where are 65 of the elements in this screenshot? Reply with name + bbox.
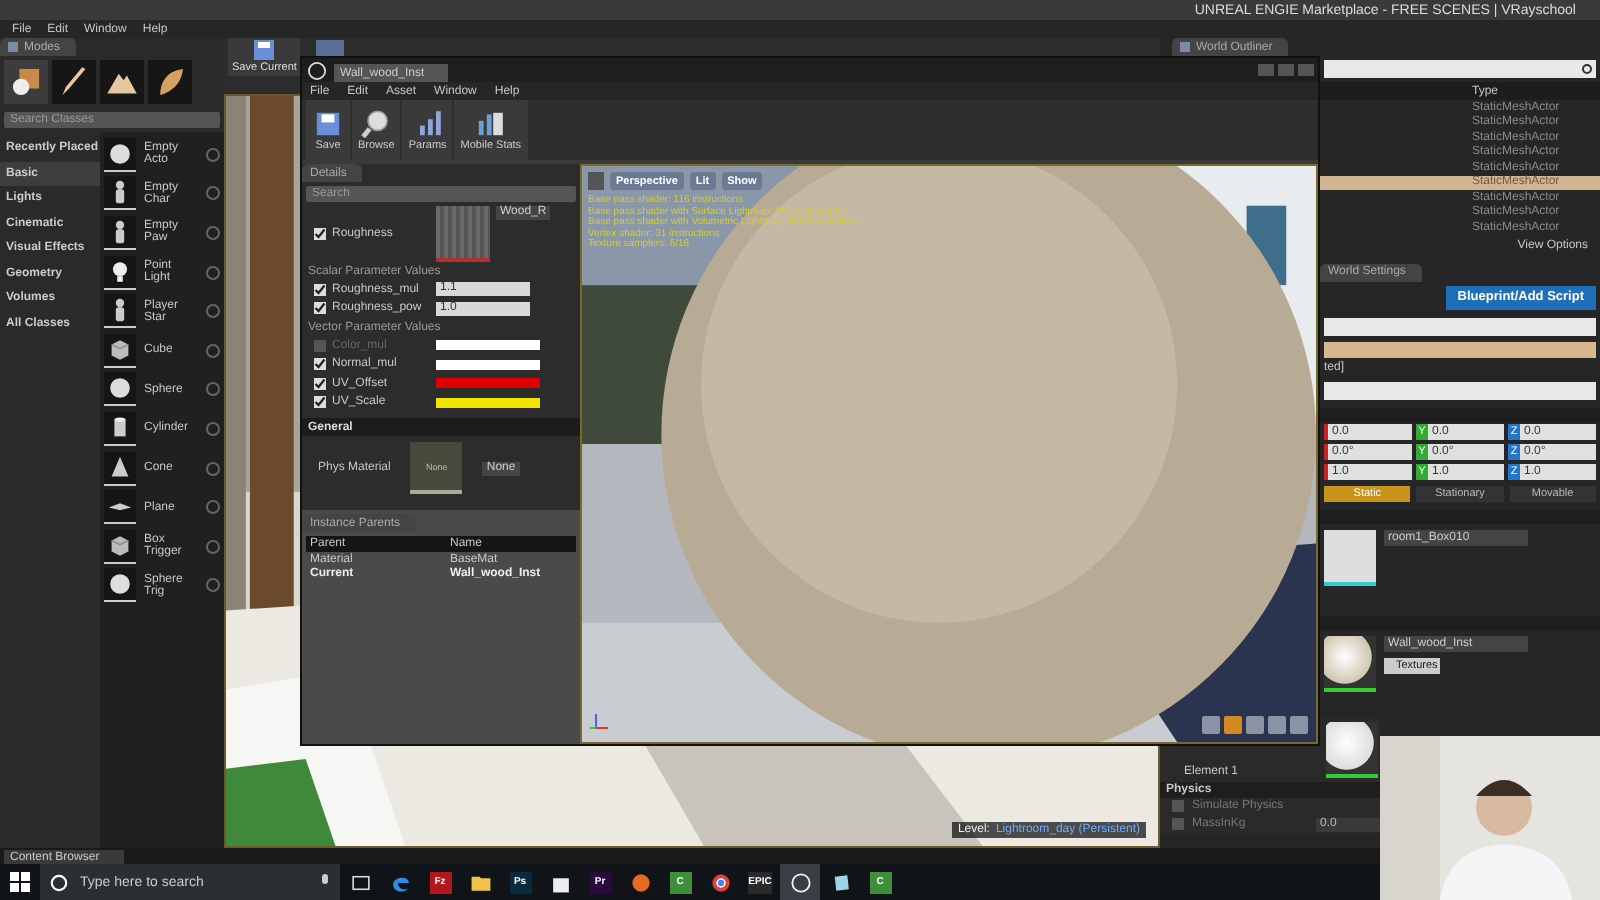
color-swatch[interactable] — [436, 359, 540, 370]
microphone-icon[interactable] — [320, 874, 330, 890]
sphere-icon — [106, 570, 134, 599]
mode-tab[interactable] — [148, 60, 192, 104]
brush-icon — [62, 67, 86, 96]
help-icon[interactable] — [206, 382, 220, 397]
cone-icon — [106, 453, 134, 482]
search-icon — [360, 108, 393, 140]
help-icon[interactable] — [206, 186, 220, 201]
color-swatch[interactable] — [436, 340, 540, 351]
axis-gizmo-icon — [590, 712, 610, 732]
help-icon[interactable] — [206, 421, 220, 436]
mobile-stats-icon — [474, 108, 507, 140]
mode-tab[interactable] — [4, 60, 48, 104]
outliner-icon — [1180, 42, 1190, 52]
help-icon[interactable] — [206, 500, 220, 515]
help-icon[interactable] — [206, 343, 220, 358]
help-icon[interactable] — [206, 461, 220, 476]
color-swatch[interactable] — [436, 397, 540, 408]
cube-icon — [106, 335, 134, 364]
cube-icon — [106, 531, 134, 560]
help-icon[interactable] — [206, 539, 220, 554]
checkbox[interactable] — [314, 283, 326, 296]
sphere-icon — [106, 139, 134, 168]
mode-tab[interactable] — [100, 60, 144, 104]
engine-logo-icon — [789, 871, 811, 893]
engine-button[interactable] — [780, 864, 820, 900]
checkbox[interactable] — [1172, 818, 1184, 830]
help-icon[interactable] — [206, 578, 220, 593]
actor-name-bar[interactable] — [1324, 341, 1596, 357]
material-thumbnail[interactable] — [1324, 635, 1376, 691]
browser-icon — [709, 871, 731, 893]
texture-thumbnail[interactable] — [436, 206, 490, 262]
checkbox[interactable] — [314, 339, 326, 352]
help-icon[interactable] — [206, 225, 220, 240]
checkbox[interactable] — [314, 377, 326, 390]
search-field[interactable] — [1324, 381, 1596, 399]
checkbox[interactable] — [314, 396, 326, 409]
checkbox[interactable] — [314, 228, 326, 240]
help-icon[interactable] — [206, 147, 220, 162]
checkbox[interactable] — [314, 358, 326, 371]
material-thumbnail[interactable] — [1326, 721, 1379, 777]
color-swatch[interactable] — [436, 378, 540, 389]
search-icon — [50, 873, 68, 891]
toolbar-icon[interactable] — [316, 40, 345, 56]
leaf-icon — [160, 68, 184, 96]
search-field[interactable] — [1324, 317, 1596, 335]
mode-tab[interactable] — [52, 60, 96, 104]
cube-sphere-icon — [12, 68, 40, 96]
sphere-icon — [106, 374, 134, 403]
notes-icon — [829, 871, 851, 893]
search-field[interactable] — [1324, 60, 1596, 78]
windows-start-icon[interactable] — [10, 872, 30, 892]
search-icon — [1580, 63, 1592, 75]
checkbox[interactable] — [314, 302, 326, 315]
mountain-icon — [107, 73, 137, 94]
mesh-thumbnail[interactable] — [1324, 529, 1376, 585]
engine-logo-icon — [308, 61, 326, 79]
checkbox[interactable] — [1172, 800, 1184, 812]
folder-icon — [469, 871, 491, 893]
modes-icon — [8, 42, 18, 52]
help-icon[interactable] — [206, 265, 220, 280]
help-icon[interactable] — [206, 304, 220, 319]
task-view-icon — [349, 871, 371, 893]
circle-icon — [629, 871, 651, 893]
